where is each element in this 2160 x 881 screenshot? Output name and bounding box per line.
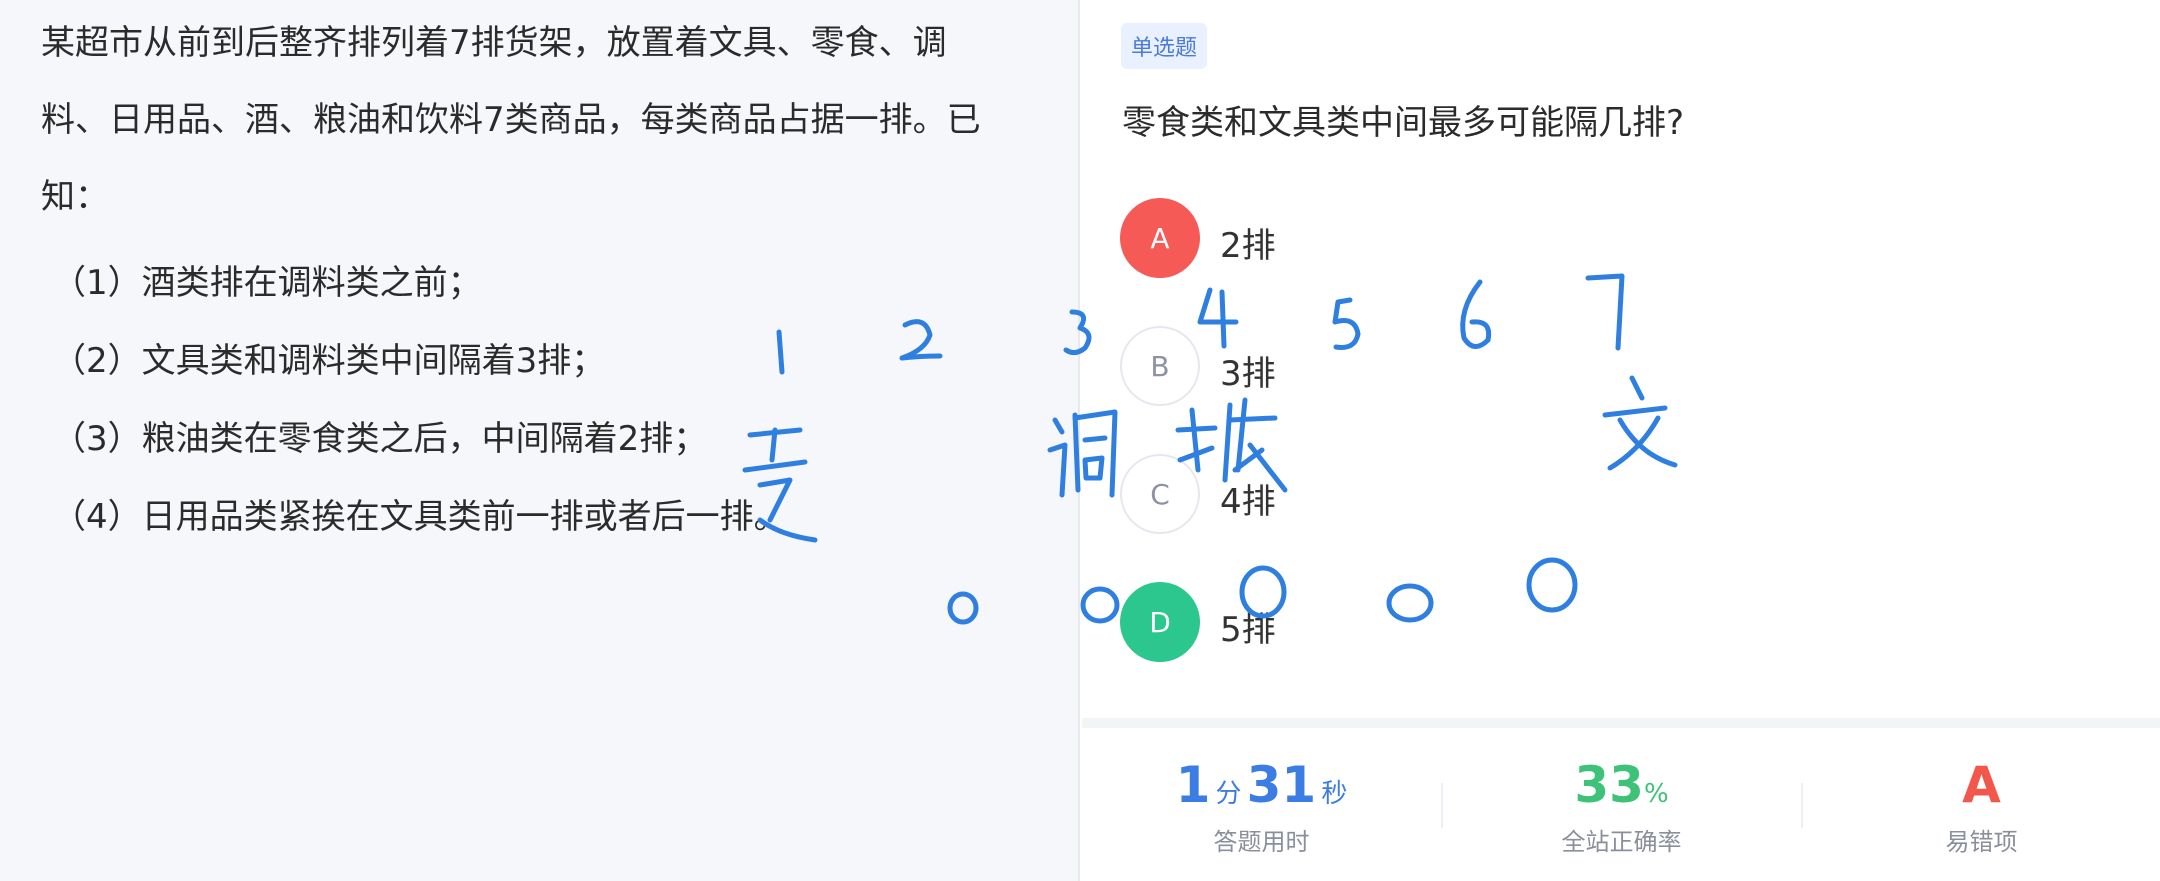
option-c-letter: C bbox=[1120, 454, 1200, 534]
option-d[interactable]: D 5排 bbox=[1120, 582, 1520, 664]
condition-2: （2）文具类和调料类中间隔着3排； bbox=[52, 341, 606, 381]
condition-3: （3）粮油类在零食类之后，中间隔着2排； bbox=[52, 419, 708, 459]
option-d-text: 5排 bbox=[1220, 610, 1276, 650]
question-panel: 单选题 零食类和文具类中间最多可能隔几排? A 2排 B 3排 C 4排 D 5… bbox=[1082, 0, 2160, 720]
option-b-letter: B bbox=[1120, 326, 1200, 406]
stat-time-label: 答题用时 bbox=[1213, 828, 1310, 856]
stem-line-3: 知： bbox=[41, 177, 109, 217]
stem-panel: 某超市从前到后整齐排列着7排货架，放置着文具、零食、调 料、日用品、酒、粮油和饮… bbox=[0, 0, 1080, 881]
stem-line-1: 某超市从前到后整齐排列着7排货架，放置着文具、零食、调 bbox=[41, 23, 947, 63]
time-seconds: 31 bbox=[1246, 756, 1317, 814]
stat-common-wrong-value: A bbox=[1802, 756, 2160, 814]
option-a-letter: A bbox=[1120, 198, 1200, 278]
option-b-text: 3排 bbox=[1220, 354, 1276, 394]
accuracy-unit: % bbox=[1643, 779, 1669, 809]
option-d-letter: D bbox=[1120, 582, 1200, 662]
stem-line-2: 料、日用品、酒、粮油和饮料7类商品，每类商品占据一排。已 bbox=[41, 100, 981, 140]
stat-time: 1 分 31 秒 答题用时 bbox=[1082, 728, 1441, 881]
option-a[interactable]: A 2排 bbox=[1120, 198, 1520, 280]
answer-stats-bar: 1 分 31 秒 答题用时 33% 全站正确率 A 易错项 bbox=[1082, 728, 2160, 881]
time-seconds-unit: 秒 bbox=[1321, 779, 1348, 809]
option-a-text: 2排 bbox=[1220, 226, 1276, 266]
condition-4: （4）日用品类紧挨在文具类前一排或者后一排。 bbox=[52, 497, 788, 537]
option-c-text: 4排 bbox=[1220, 482, 1276, 522]
stat-common-wrong: A 易错项 bbox=[1802, 728, 2160, 881]
stat-accuracy-value: 33% bbox=[1442, 756, 1801, 814]
option-b[interactable]: B 3排 bbox=[1120, 326, 1520, 408]
option-c[interactable]: C 4排 bbox=[1120, 454, 1520, 536]
time-minutes-unit: 分 bbox=[1215, 779, 1242, 809]
stat-accuracy: 33% 全站正确率 bbox=[1442, 728, 1801, 881]
question-text: 零食类和文具类中间最多可能隔几排? bbox=[1122, 103, 1685, 143]
common-wrong-letter: A bbox=[1962, 756, 2001, 814]
stat-accuracy-label: 全站正确率 bbox=[1561, 828, 1682, 856]
stat-time-value: 1 分 31 秒 bbox=[1082, 756, 1441, 814]
question-type-tag: 单选题 bbox=[1121, 23, 1208, 69]
stat-common-wrong-label: 易错项 bbox=[1945, 828, 2018, 856]
condition-1: （1）酒类排在调料类之前； bbox=[52, 263, 482, 303]
section-divider bbox=[1082, 718, 2160, 728]
accuracy-number: 33 bbox=[1574, 756, 1644, 814]
time-minutes: 1 bbox=[1175, 756, 1211, 814]
